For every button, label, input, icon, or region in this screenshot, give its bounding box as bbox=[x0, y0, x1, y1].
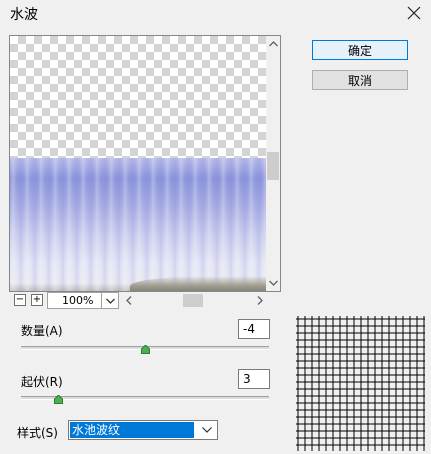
vertical-scroll-thumb[interactable] bbox=[267, 152, 279, 180]
amount-input[interactable]: -4 bbox=[238, 319, 270, 339]
zoom-out-button[interactable]: − bbox=[14, 294, 26, 306]
preview-image bbox=[10, 36, 266, 291]
ridges-slider-thumb[interactable] bbox=[54, 393, 64, 404]
amount-slider-thumb[interactable] bbox=[141, 343, 150, 354]
ground-shape bbox=[130, 276, 266, 291]
ridges-input[interactable]: 3 bbox=[238, 369, 270, 389]
chevron-down-icon[interactable] bbox=[199, 422, 215, 438]
water-streaks bbox=[10, 158, 266, 291]
preview-pane[interactable] bbox=[9, 35, 281, 292]
zoom-value: 100% bbox=[62, 294, 94, 307]
style-value: 水池波纹 bbox=[70, 422, 194, 438]
ridges-label: 起伏(R) bbox=[21, 375, 63, 389]
amount-label: 数量(A) bbox=[21, 324, 63, 338]
vertical-scrollbar[interactable] bbox=[266, 36, 280, 291]
scroll-right-icon[interactable] bbox=[252, 292, 267, 308]
horizontal-scrollbar[interactable] bbox=[121, 292, 266, 309]
zoom-select[interactable]: 100% bbox=[47, 292, 119, 309]
style-label: 样式(S) bbox=[17, 426, 58, 440]
scroll-up-icon[interactable] bbox=[266, 36, 280, 52]
distortion-grid-preview bbox=[296, 316, 425, 451]
zoom-in-button[interactable]: + bbox=[31, 294, 43, 306]
ok-button[interactable]: 确定 bbox=[312, 40, 408, 60]
scroll-down-icon[interactable] bbox=[266, 275, 280, 291]
chevron-down-icon[interactable] bbox=[101, 293, 118, 308]
cancel-button[interactable]: 取消 bbox=[312, 70, 408, 90]
style-select[interactable]: 水池波纹 bbox=[68, 420, 218, 440]
dialog-title: 水波 bbox=[10, 7, 38, 23]
horizontal-scroll-thumb[interactable] bbox=[183, 294, 203, 307]
close-icon[interactable] bbox=[406, 5, 422, 21]
scroll-left-icon[interactable] bbox=[121, 292, 136, 308]
